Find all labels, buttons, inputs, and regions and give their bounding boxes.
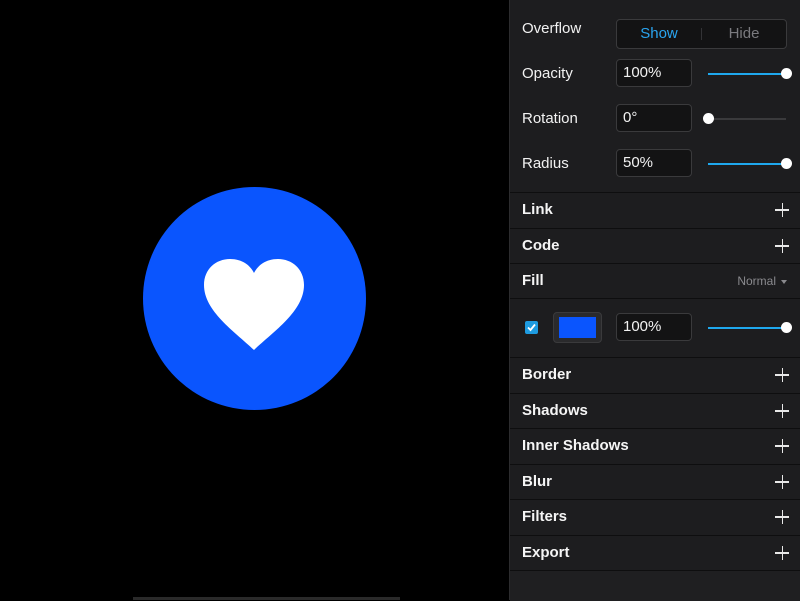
panel-empty-area	[510, 570, 800, 601]
section-title: Code	[522, 237, 560, 254]
section-code[interactable]: Code	[510, 228, 800, 263]
fill-color-swatch	[559, 317, 596, 338]
overflow-show-option[interactable]: Show	[617, 20, 701, 48]
section-title: Shadows	[522, 402, 588, 419]
section-title: Blur	[522, 473, 552, 490]
heart-icon	[204, 259, 304, 350]
overflow-hide-option[interactable]: Hide	[702, 20, 786, 48]
plus-icon[interactable]	[775, 203, 789, 217]
overflow-row: Overflow Show Hide	[510, 6, 800, 51]
slider-knob[interactable]	[781, 68, 792, 79]
rotation-input[interactable]: 0°	[616, 104, 692, 132]
plus-icon[interactable]	[775, 368, 789, 382]
opacity-slider[interactable]	[708, 68, 792, 80]
rotation-slider[interactable]	[703, 113, 786, 125]
section-title: Link	[522, 201, 553, 218]
overflow-toggle[interactable]: Show Hide	[616, 19, 787, 49]
overflow-label: Overflow	[522, 20, 582, 37]
section-filters[interactable]: Filters	[510, 499, 800, 534]
plus-icon[interactable]	[775, 546, 789, 560]
fill-opacity-input[interactable]: 100%	[616, 313, 692, 341]
plus-icon[interactable]	[775, 239, 789, 253]
plus-icon[interactable]	[775, 475, 789, 489]
plus-icon[interactable]	[775, 439, 789, 453]
inspector-panel: Overflow Show Hide Opacity 100% Rotation…	[509, 0, 800, 601]
section-title: Fill	[522, 272, 544, 289]
section-link[interactable]: Link	[510, 192, 800, 227]
radius-label: Radius	[522, 155, 569, 172]
rotation-label: Rotation	[522, 110, 578, 127]
section-inner-shadows[interactable]: Inner Shadows	[510, 428, 800, 463]
slider-knob[interactable]	[781, 158, 792, 169]
slider-track	[708, 118, 786, 120]
radius-slider[interactable]	[708, 158, 792, 170]
slider-fill	[708, 163, 786, 165]
radius-input[interactable]: 50%	[616, 149, 692, 177]
section-blur[interactable]: Blur	[510, 464, 800, 499]
fill-enabled-checkbox[interactable]	[525, 321, 538, 334]
fill-item: 100%	[510, 298, 800, 357]
slider-fill	[708, 73, 786, 75]
section-fill: Fill Normal	[510, 263, 800, 298]
caret-down-icon	[781, 279, 787, 284]
radius-row: Radius 50%	[510, 141, 800, 186]
blend-mode-value: Normal	[737, 274, 776, 288]
section-title: Filters	[522, 508, 568, 525]
slider-fill	[708, 327, 786, 329]
rotation-row: Rotation 0°	[510, 96, 800, 141]
plus-icon[interactable]	[775, 510, 789, 524]
fill-opacity-slider[interactable]	[708, 322, 792, 334]
section-title: Export	[522, 544, 570, 561]
opacity-label: Opacity	[522, 65, 573, 82]
plus-icon[interactable]	[775, 404, 789, 418]
opacity-input[interactable]: 100%	[616, 59, 692, 87]
opacity-row: Opacity 100%	[510, 51, 800, 96]
checkmark-icon	[527, 323, 536, 332]
slider-knob[interactable]	[703, 113, 714, 124]
section-shadows[interactable]: Shadows	[510, 393, 800, 428]
fill-color-well[interactable]	[553, 312, 602, 343]
blend-mode-dropdown[interactable]: Normal	[737, 264, 787, 298]
section-title: Border	[522, 366, 572, 383]
section-title: Inner Shadows	[522, 437, 629, 454]
section-export[interactable]: Export	[510, 535, 800, 570]
slider-knob[interactable]	[781, 322, 792, 333]
canvas[interactable]	[0, 0, 509, 600]
section-border[interactable]: Border	[510, 357, 800, 392]
